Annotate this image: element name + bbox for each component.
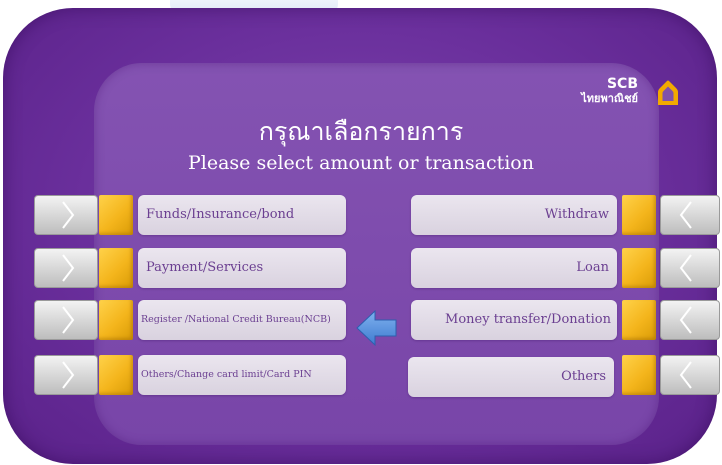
right-side-key-4[interactable]: [660, 355, 720, 395]
left-side-key-2[interactable]: [34, 248, 98, 288]
chevron-right-icon: [62, 361, 75, 389]
left-gold-key-3[interactable]: [99, 300, 133, 340]
option-payment-services[interactable]: Payment/Services: [138, 248, 346, 288]
option-register-ncb[interactable]: Register /National Credit Bureau(NCB): [138, 300, 346, 340]
scb-logo: SCB ไทยพาณิชย์: [556, 75, 686, 111]
page-title-english: Please select amount or transaction: [188, 152, 534, 174]
logo-brand: SCB: [606, 76, 638, 92]
option-others[interactable]: Others: [408, 357, 614, 397]
option-withdraw[interactable]: Withdraw: [411, 195, 617, 235]
page-title-thai: กรุณาเลือกรายการ: [258, 117, 464, 146]
left-side-key-4[interactable]: [34, 355, 98, 395]
right-side-key-2[interactable]: [660, 248, 720, 288]
right-gold-key-4[interactable]: [622, 355, 656, 395]
left-gold-key-1[interactable]: [99, 195, 133, 235]
chevron-left-icon: [679, 361, 692, 389]
left-gold-key-2[interactable]: [99, 248, 133, 288]
right-side-key-1[interactable]: [660, 195, 720, 235]
option-others-change-card-limit-pin[interactable]: Others/Change card limit/Card PIN: [138, 355, 346, 395]
chevron-left-icon: [679, 306, 692, 334]
right-gold-key-1[interactable]: [622, 195, 656, 235]
blue-left-arrow-icon: [356, 309, 397, 347]
right-side-key-3[interactable]: [660, 300, 720, 340]
scb-house-icon: [658, 80, 678, 105]
option-funds-insurance-bond[interactable]: Funds/Insurance/bond: [138, 195, 346, 235]
right-gold-key-2[interactable]: [622, 248, 656, 288]
left-gold-key-4[interactable]: [99, 355, 133, 395]
left-side-key-3[interactable]: [34, 300, 98, 340]
right-gold-key-3[interactable]: [622, 300, 656, 340]
chevron-left-icon: [679, 254, 692, 282]
chevron-right-icon: [62, 254, 75, 282]
chevron-right-icon: [62, 201, 75, 229]
chevron-left-icon: [679, 201, 692, 229]
chevron-right-icon: [62, 306, 75, 334]
left-side-key-1[interactable]: [34, 195, 98, 235]
option-loan[interactable]: Loan: [411, 248, 617, 288]
option-money-transfer-donation[interactable]: Money transfer/Donation: [411, 300, 617, 340]
logo-thai-name: ไทยพาณิชย์: [581, 92, 638, 105]
